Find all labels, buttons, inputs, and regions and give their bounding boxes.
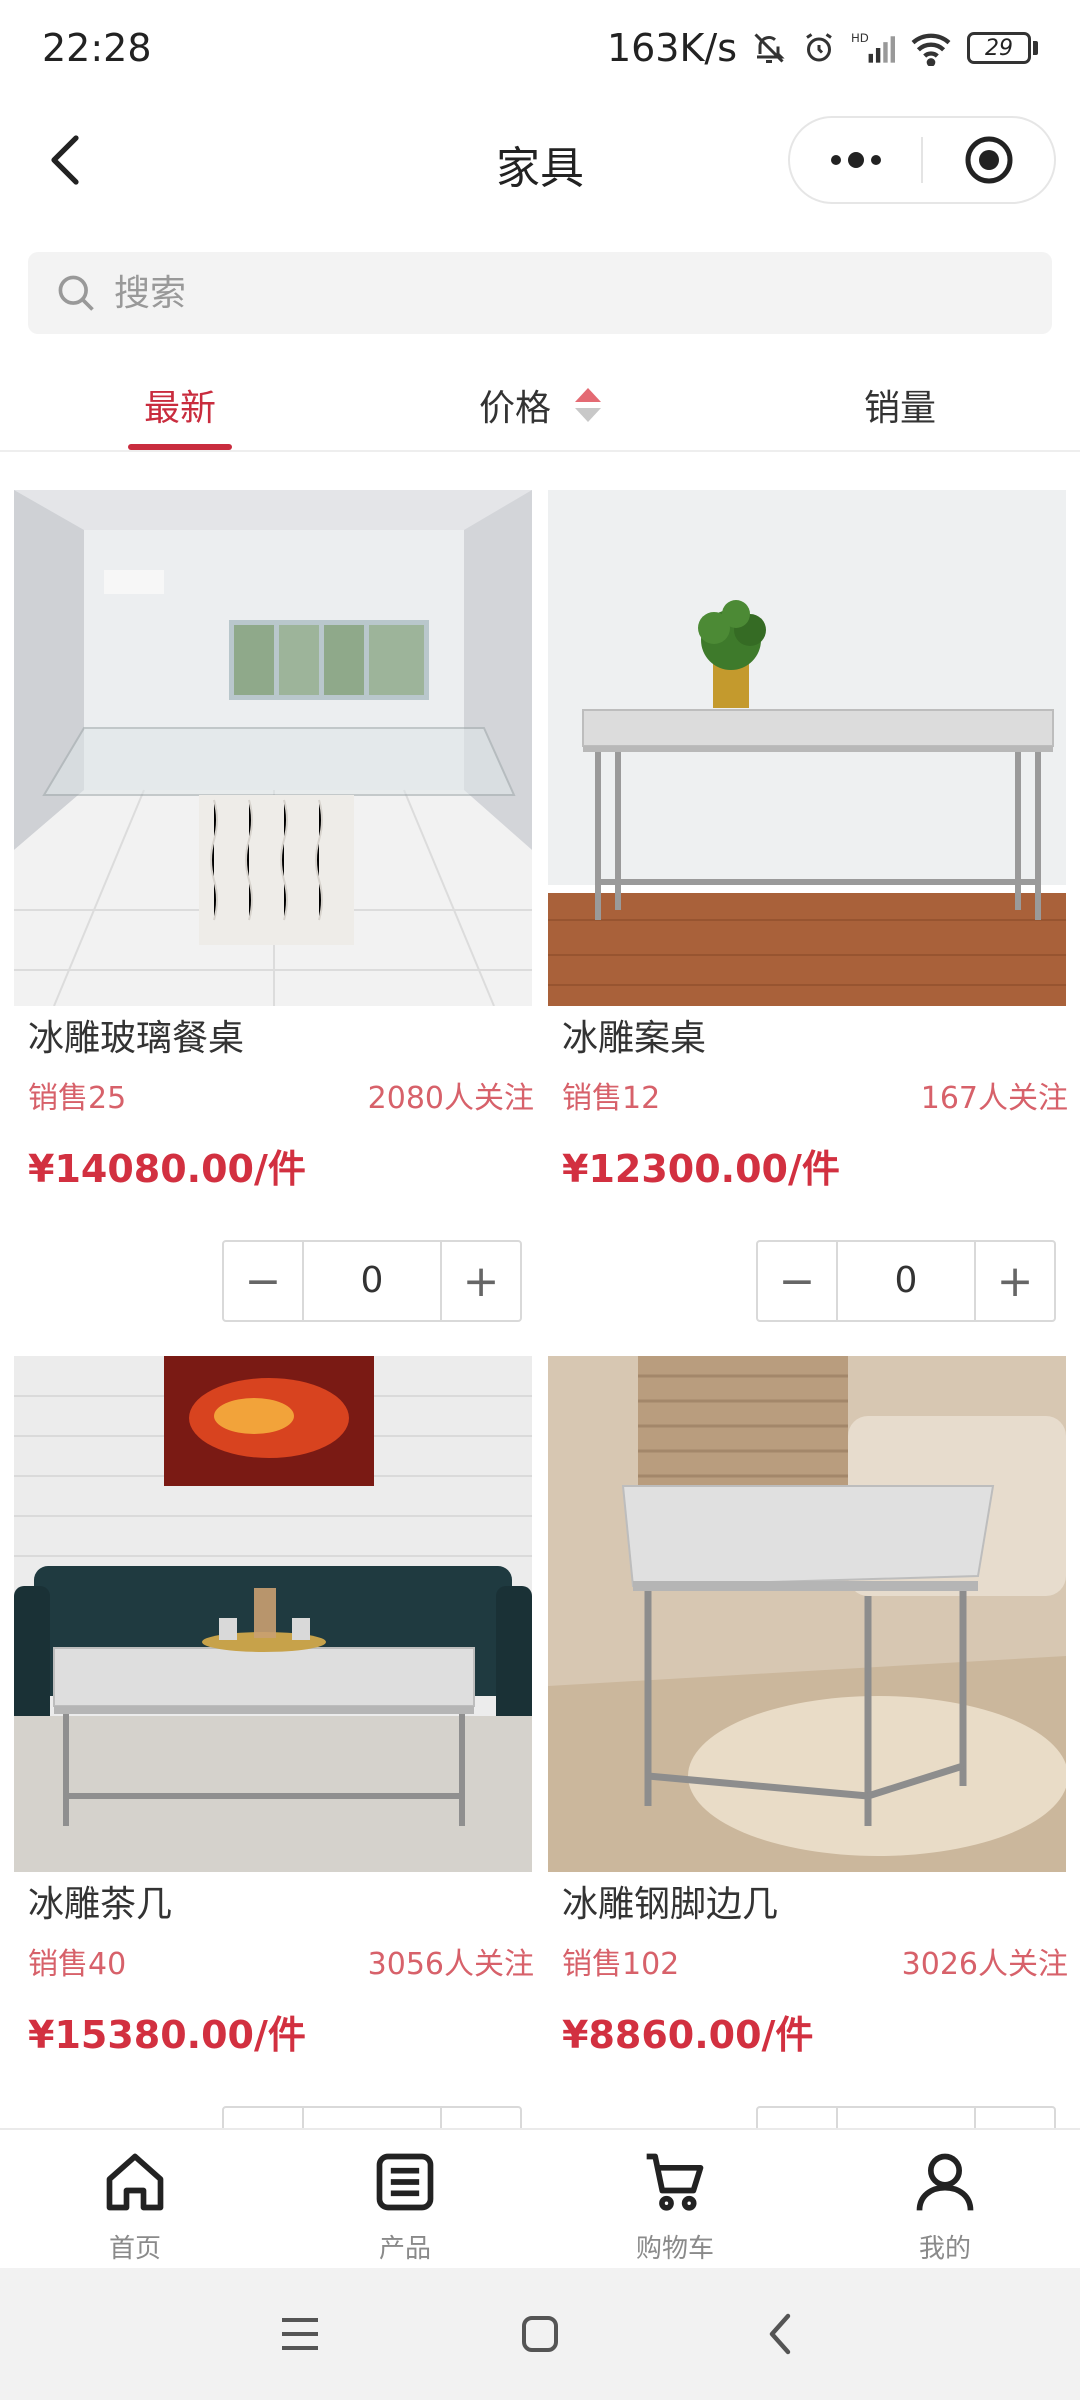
product-followers: 3056人关注 — [367, 1947, 534, 1982]
status-bar: 22:28 163K/s HD 29 — [0, 0, 1080, 96]
quantity-value[interactable]: 0 — [838, 1242, 974, 1320]
close-miniprogram-button[interactable] — [923, 118, 1054, 202]
more-icon — [830, 152, 881, 168]
sort-tabs: 最新 价格 销量 — [0, 360, 1080, 452]
target-icon — [965, 136, 1012, 184]
product-image[interactable] — [14, 490, 532, 1006]
product-card[interactable]: 冰雕钢脚边几 销售102 3026人关注 ¥8860.00/件 − 0 + — [548, 1356, 1068, 2188]
product-followers: 3026人关注 — [901, 1947, 1068, 1982]
hd-signal-icon: HD — [851, 30, 895, 66]
home-icon — [99, 2146, 171, 2218]
bell-off-icon — [751, 30, 787, 66]
product-card[interactable]: 冰雕案桌 销售12 167人关注 ¥12300.00/件 − 0 + — [548, 490, 1068, 1322]
product-meta: 销售25 2080人关注 — [14, 1078, 534, 1120]
product-meta: 销售102 3026人关注 — [548, 1944, 1068, 1986]
product-sales: 销售102 — [562, 1947, 680, 1982]
quantity-value[interactable]: 0 — [304, 1242, 440, 1320]
product-image[interactable] — [14, 1356, 532, 1872]
tab-price-label: 价格 — [478, 388, 551, 429]
product-sales: 销售25 — [28, 1081, 127, 1116]
wifi-icon — [909, 30, 953, 66]
tab-home[interactable]: 首页 — [0, 2130, 270, 2268]
tab-sales-label: 销量 — [863, 388, 936, 429]
product-price: ¥15380.00/件 — [28, 2013, 306, 2057]
battery-icon: 29 — [967, 32, 1038, 64]
decrease-button[interactable]: − — [758, 1242, 838, 1320]
cart-icon — [639, 2146, 711, 2218]
product-image[interactable] — [548, 1356, 1066, 1872]
product-sales: 销售12 — [562, 1081, 661, 1116]
search-icon — [58, 275, 94, 311]
quantity-stepper: − 0 + — [222, 1240, 522, 1322]
network-speed: 163K/s — [606, 26, 737, 70]
user-icon — [909, 2146, 981, 2218]
tab-cart[interactable]: 购物车 — [540, 2130, 810, 2268]
product-name: 冰雕钢脚边几 — [562, 1884, 779, 1925]
decrease-button[interactable]: − — [224, 1242, 304, 1320]
product-meta: 销售12 167人关注 — [548, 1078, 1068, 1120]
app-screen: 22:28 163K/s HD 29 家具 搜索 最新 价格 销量 冰雕玻璃餐桌… — [0, 0, 1080, 2400]
tab-newest-label: 最新 — [143, 388, 216, 429]
miniprogram-capsule — [788, 116, 1056, 204]
tab-home-label: 首页 — [108, 2234, 161, 2264]
product-followers: 167人关注 — [920, 1081, 1068, 1116]
tab-products[interactable]: 产品 — [270, 2130, 540, 2268]
search-input[interactable] — [114, 272, 994, 314]
more-button[interactable] — [790, 118, 921, 202]
tab-newest[interactable]: 最新 — [0, 360, 360, 450]
search-bar[interactable] — [28, 252, 1052, 334]
tab-sales[interactable]: 销量 — [720, 360, 1080, 450]
battery-level: 29 — [967, 32, 1031, 64]
product-meta: 销售40 3056人关注 — [14, 1944, 534, 1986]
product-card[interactable]: 冰雕玻璃餐桌 销售25 2080人关注 ¥14080.00/件 − 0 + — [14, 490, 534, 1322]
home-nav-button[interactable] — [500, 2294, 580, 2374]
product-image[interactable] — [548, 490, 1066, 1006]
increase-button[interactable]: + — [440, 1242, 520, 1320]
product-name: 冰雕案桌 — [562, 1018, 707, 1059]
product-price: ¥8860.00/件 — [562, 2013, 814, 2057]
tab-price[interactable]: 价格 — [360, 360, 720, 450]
square-icon — [522, 2316, 558, 2352]
product-sales: 销售40 — [28, 1947, 127, 1982]
product-name: 冰雕玻璃餐桌 — [28, 1018, 245, 1059]
status-indicators: 163K/s HD 29 — [607, 26, 1038, 70]
increase-button[interactable]: + — [974, 1242, 1054, 1320]
sort-arrows-icon — [575, 388, 601, 422]
quantity-stepper: − 0 + — [756, 1240, 1056, 1322]
svg-text:HD: HD — [851, 31, 869, 45]
bottom-tab-bar: 首页 产品 购物车 我的 — [0, 2128, 1080, 2268]
tab-products-label: 产品 — [378, 2234, 431, 2264]
product-price: ¥12300.00/件 — [562, 1147, 840, 1191]
tab-profile-label: 我的 — [918, 2234, 971, 2264]
back-nav-button[interactable] — [740, 2294, 820, 2374]
menu-button[interactable] — [260, 2294, 340, 2374]
product-name: 冰雕茶几 — [28, 1884, 173, 1925]
status-time: 22:28 — [42, 26, 152, 70]
system-nav-bar — [0, 2268, 1080, 2400]
list-icon — [369, 2146, 441, 2218]
alarm-icon — [801, 30, 837, 66]
product-price: ¥14080.00/件 — [28, 1147, 306, 1191]
menu-icon — [282, 2318, 318, 2350]
product-followers: 2080人关注 — [367, 1081, 534, 1116]
triangle-back-icon — [769, 2313, 791, 2355]
title-bar: 家具 — [0, 110, 1080, 210]
product-card[interactable]: 冰雕茶几 销售40 3056人关注 ¥15380.00/件 − 0 + — [14, 1356, 534, 2188]
tab-profile[interactable]: 我的 — [810, 2130, 1080, 2268]
tab-cart-label: 购物车 — [635, 2234, 714, 2264]
